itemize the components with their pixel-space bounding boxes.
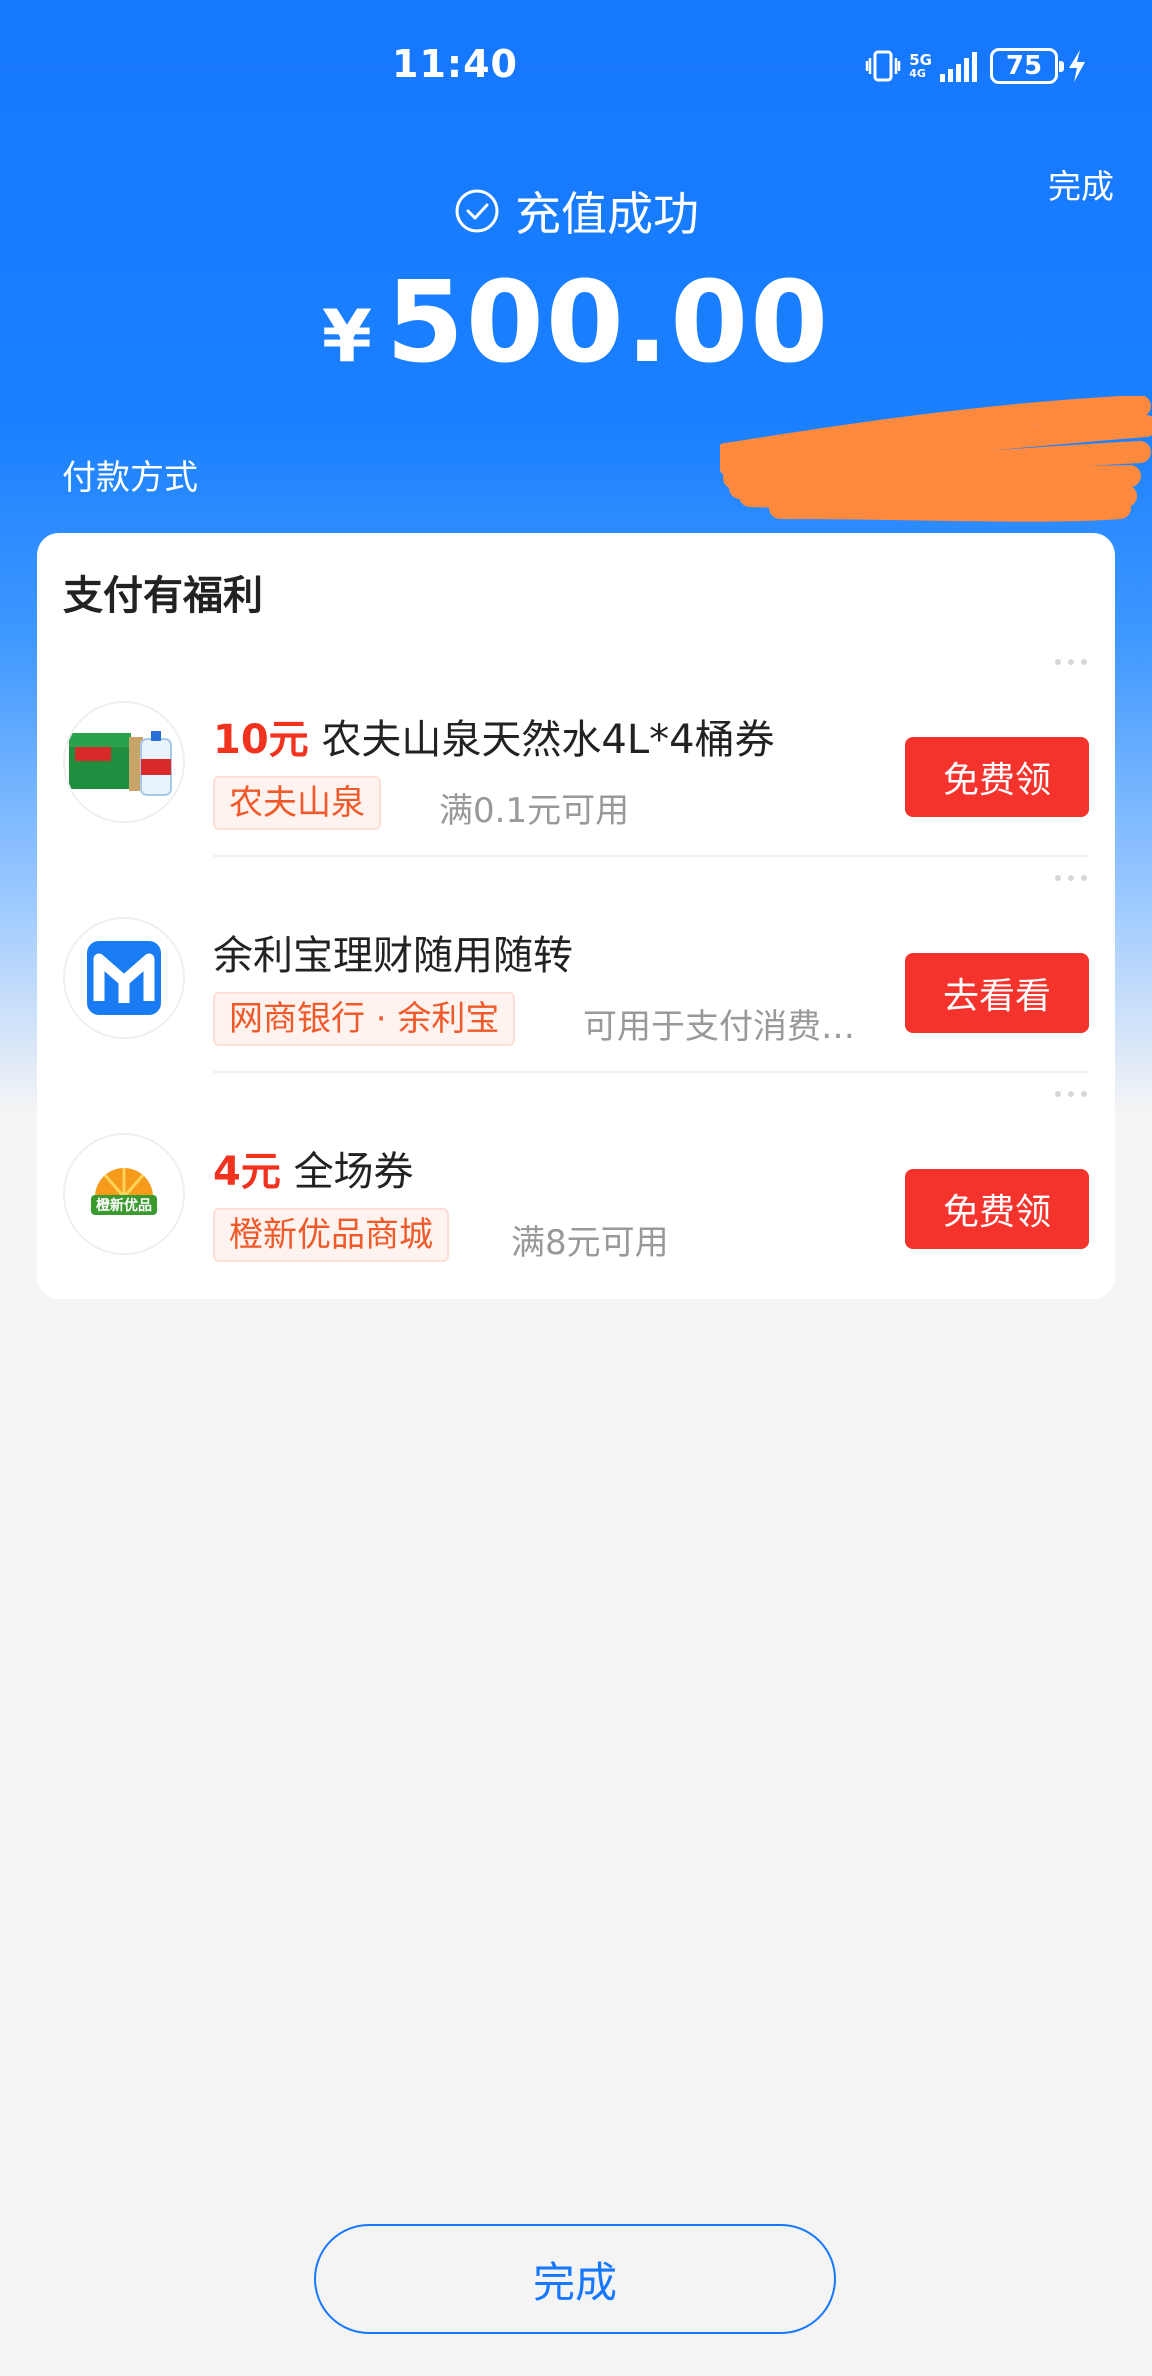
benefit-highlight: 10元	[213, 717, 309, 763]
benefits-title: 支付有福利	[63, 573, 263, 619]
benefit-highlight: 4元	[213, 1149, 281, 1195]
charging-icon	[1069, 50, 1085, 82]
divider	[213, 855, 1089, 857]
benefit-title-text: 余利宝理财随用随转	[213, 933, 573, 979]
benefit-title-text: 农夫山泉天然水4L*4桶券	[321, 717, 775, 763]
benefit-desc: 满8元可用	[511, 1223, 669, 1263]
battery-icon: 75	[990, 48, 1064, 84]
currency-symbol: ¥	[321, 294, 372, 378]
benefit-title: 4元 全场券	[213, 1139, 414, 1197]
benefit-tag: 农夫山泉	[213, 776, 381, 830]
claim-button[interactable]: 免费领	[905, 1169, 1089, 1249]
benefit-desc: 满0.1元可用	[439, 791, 630, 831]
network-labels: 5G 4G	[909, 50, 932, 80]
claim-button[interactable]: 免费领	[905, 737, 1089, 817]
success-text: 充值成功	[515, 187, 699, 241]
more-options-icon[interactable]	[1055, 659, 1087, 665]
vibrate-icon	[866, 50, 901, 82]
yulibao-logo-icon	[63, 917, 185, 1039]
benefit-item-yulibao[interactable]: 余利宝理财随用随转 网商银行 · 余利宝 可用于支付消费… 去看看	[37, 875, 1115, 1077]
status-time: 11:40	[392, 42, 518, 86]
success-status: 充值成功	[0, 178, 1152, 244]
pay-method-label: 付款方式	[62, 458, 198, 498]
more-options-icon[interactable]	[1055, 875, 1087, 881]
signal-icon	[940, 52, 977, 82]
more-options-icon[interactable]	[1055, 1091, 1087, 1097]
view-button[interactable]: 去看看	[905, 953, 1089, 1033]
network-sub-label: 4G	[909, 66, 926, 80]
orange-logo-icon: 橙新优品	[63, 1133, 185, 1255]
network-type-label: 5G	[909, 50, 932, 69]
benefit-item-orange-mall[interactable]: 橙新优品 4元 全场券 橙新优品商城 满8元可用 免费领	[37, 1091, 1115, 1293]
done-bottom-button[interactable]: 完成	[314, 2224, 836, 2334]
status-bar: 11:40 5G 4G 75	[0, 0, 1152, 140]
amount-value: 500.00	[385, 258, 831, 388]
divider	[213, 1071, 1089, 1073]
benefit-title: 余利宝理财随用随转	[213, 923, 573, 981]
benefit-desc: 可用于支付消费…	[583, 1007, 855, 1047]
orange-logo-text: 橙新优品	[96, 1197, 152, 1214]
water-box-icon	[63, 701, 185, 823]
amount-display: ¥ 500.00	[0, 258, 1152, 388]
redaction-scribble	[720, 396, 1152, 522]
check-circle-icon	[455, 189, 499, 233]
benefit-title: 10元 农夫山泉天然水4L*4桶券	[213, 707, 775, 765]
benefits-card: 支付有福利 10元 农夫山泉天然水4L*4桶券 农夫山泉 满0.1元可用 免费领	[37, 533, 1115, 1299]
benefit-tag: 橙新优品商城	[213, 1208, 449, 1262]
status-icons: 5G 4G 75	[865, 46, 1088, 86]
benefit-item-water[interactable]: 10元 农夫山泉天然水4L*4桶券 农夫山泉 满0.1元可用 免费领	[37, 659, 1115, 861]
benefit-title-text: 全场券	[293, 1149, 414, 1195]
benefit-tag: 网商银行 · 余利宝	[213, 992, 516, 1046]
